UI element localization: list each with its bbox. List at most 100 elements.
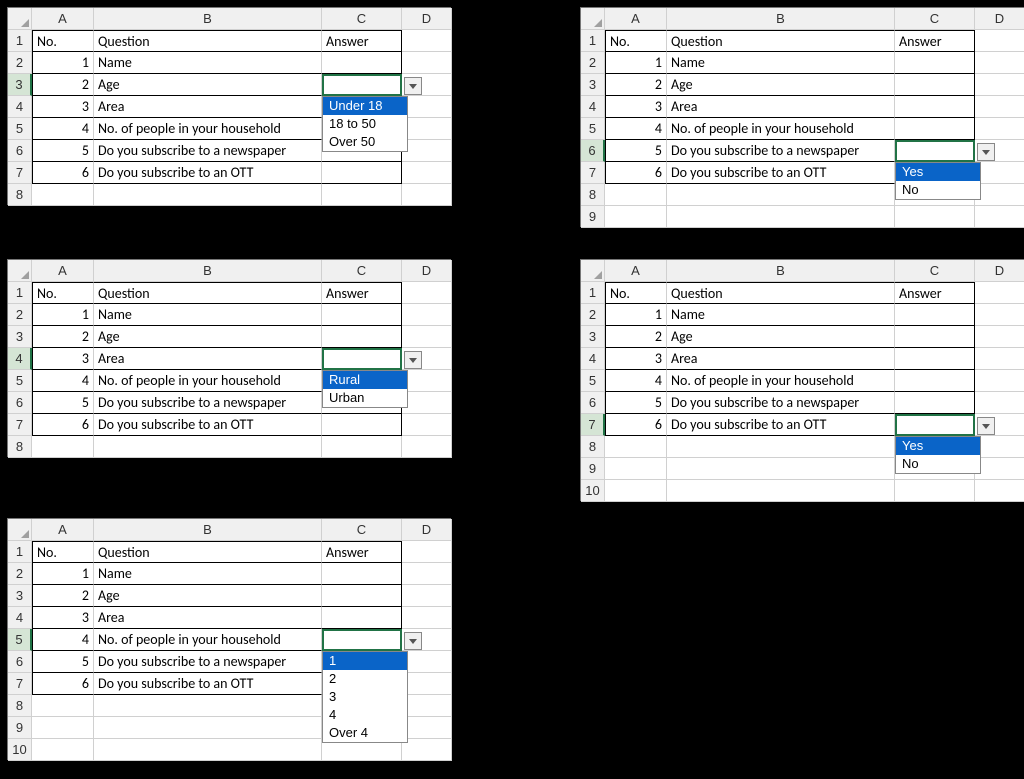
row-header[interactable]: 7: [8, 162, 32, 184]
cell[interactable]: Area: [667, 96, 895, 118]
cell[interactable]: Do you subscribe to a newspaper: [667, 140, 895, 162]
cell[interactable]: Question: [94, 541, 322, 563]
cell[interactable]: 5: [605, 392, 667, 414]
dropdown-option[interactable]: 2: [323, 670, 407, 688]
cell[interactable]: Answer: [322, 282, 402, 304]
row-header[interactable]: 6: [8, 651, 32, 673]
column-header[interactable]: D: [975, 8, 1024, 30]
row-header[interactable]: 4: [581, 96, 605, 118]
cell[interactable]: [975, 370, 1024, 392]
cell[interactable]: [975, 162, 1024, 184]
cell[interactable]: No. of people in your household: [667, 118, 895, 140]
cell[interactable]: 3: [32, 96, 94, 118]
cell[interactable]: Age: [667, 326, 895, 348]
cell[interactable]: Question: [94, 282, 322, 304]
column-header[interactable]: A: [32, 519, 94, 541]
cell[interactable]: 5: [32, 140, 94, 162]
cell[interactable]: No.: [32, 30, 94, 52]
cell[interactable]: [402, 541, 452, 563]
cell[interactable]: [402, 304, 452, 326]
column-header[interactable]: B: [667, 8, 895, 30]
cell[interactable]: Name: [94, 52, 322, 74]
cell[interactable]: [667, 458, 895, 480]
cell[interactable]: Answer: [895, 282, 975, 304]
row-header[interactable]: 5: [581, 118, 605, 140]
cell[interactable]: Answer: [322, 30, 402, 52]
cell[interactable]: [322, 436, 402, 458]
cell[interactable]: 1: [605, 52, 667, 74]
cell[interactable]: No. of people in your household: [94, 118, 322, 140]
dropdown-button[interactable]: [977, 417, 995, 435]
dropdown-option[interactable]: 18 to 50: [323, 115, 407, 133]
column-header[interactable]: A: [605, 8, 667, 30]
cell[interactable]: 3: [32, 348, 94, 370]
select-all-corner[interactable]: [8, 519, 32, 541]
cell[interactable]: [322, 52, 402, 74]
cell[interactable]: No.: [32, 282, 94, 304]
cell[interactable]: [94, 184, 322, 206]
cell[interactable]: [975, 348, 1024, 370]
cell[interactable]: Do you subscribe to a newspaper: [94, 392, 322, 414]
selected-cell[interactable]: [895, 140, 975, 162]
cell[interactable]: [975, 206, 1024, 228]
column-header[interactable]: B: [94, 260, 322, 282]
cell[interactable]: 6: [32, 414, 94, 436]
cell[interactable]: [667, 480, 895, 502]
cell[interactable]: [322, 162, 402, 184]
dropdown-option[interactable]: No: [896, 181, 980, 199]
cell[interactable]: [605, 458, 667, 480]
cell[interactable]: [667, 436, 895, 458]
column-header[interactable]: C: [322, 260, 402, 282]
row-header[interactable]: 5: [8, 629, 32, 651]
cell[interactable]: [975, 436, 1024, 458]
dropdown-option[interactable]: 1: [323, 652, 407, 670]
cell[interactable]: [895, 370, 975, 392]
cell[interactable]: [975, 326, 1024, 348]
dropdown-button[interactable]: [977, 143, 995, 161]
cell[interactable]: [32, 717, 94, 739]
column-header[interactable]: D: [402, 519, 452, 541]
cell[interactable]: [402, 392, 452, 414]
row-header[interactable]: 6: [581, 392, 605, 414]
cell[interactable]: [975, 392, 1024, 414]
row-header[interactable]: 5: [8, 118, 32, 140]
cell[interactable]: [402, 414, 452, 436]
cell[interactable]: 2: [32, 326, 94, 348]
column-header[interactable]: A: [32, 8, 94, 30]
cell[interactable]: 2: [605, 326, 667, 348]
row-header[interactable]: 1: [581, 30, 605, 52]
cell[interactable]: [94, 436, 322, 458]
cell[interactable]: [402, 326, 452, 348]
cell[interactable]: [402, 30, 452, 52]
row-header[interactable]: 1: [8, 282, 32, 304]
row-header[interactable]: 1: [8, 30, 32, 52]
row-header[interactable]: 6: [8, 392, 32, 414]
cell[interactable]: Do you subscribe to a newspaper: [94, 651, 322, 673]
row-header[interactable]: 8: [8, 695, 32, 717]
selected-cell[interactable]: [322, 74, 402, 96]
cell[interactable]: Age: [667, 74, 895, 96]
cell[interactable]: Answer: [322, 541, 402, 563]
cell[interactable]: [605, 480, 667, 502]
row-header[interactable]: 3: [8, 585, 32, 607]
cell[interactable]: Do you subscribe to an OTT: [94, 162, 322, 184]
cell[interactable]: [975, 458, 1024, 480]
select-all-corner[interactable]: [581, 8, 605, 30]
cell[interactable]: 5: [32, 651, 94, 673]
row-header[interactable]: 3: [8, 326, 32, 348]
cell[interactable]: [322, 585, 402, 607]
cell[interactable]: [402, 96, 452, 118]
cell[interactable]: Do you subscribe to a newspaper: [94, 140, 322, 162]
cell[interactable]: [322, 563, 402, 585]
row-header[interactable]: 7: [8, 673, 32, 695]
cell[interactable]: [322, 414, 402, 436]
cell[interactable]: [975, 184, 1024, 206]
row-header[interactable]: 7: [8, 414, 32, 436]
row-header[interactable]: 9: [8, 717, 32, 739]
cell[interactable]: 6: [605, 414, 667, 436]
cell[interactable]: 5: [32, 392, 94, 414]
cell[interactable]: [895, 118, 975, 140]
cell[interactable]: [975, 118, 1024, 140]
cell[interactable]: [402, 370, 452, 392]
row-header[interactable]: 2: [8, 563, 32, 585]
